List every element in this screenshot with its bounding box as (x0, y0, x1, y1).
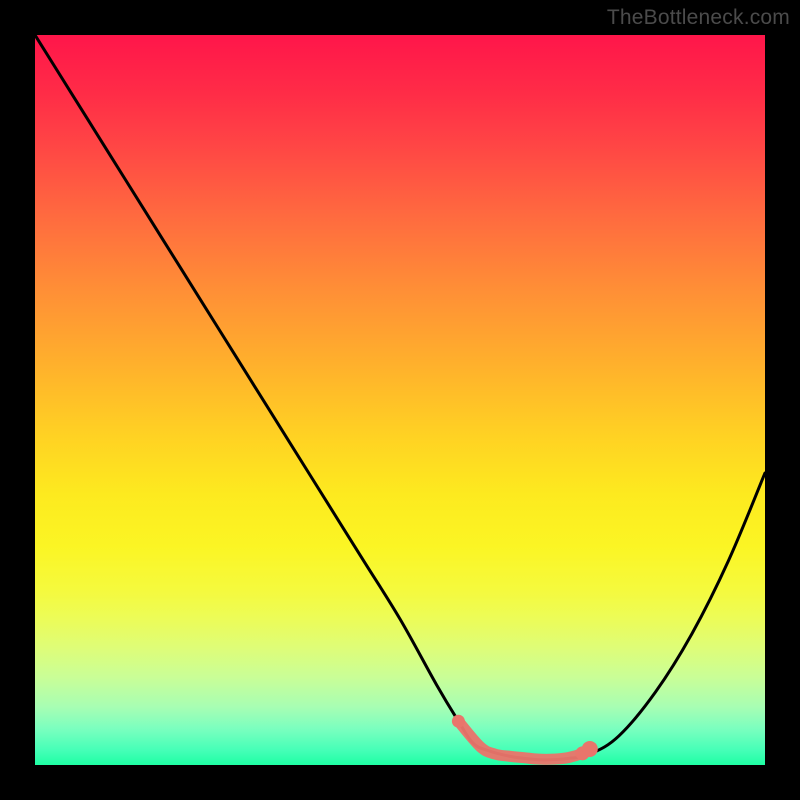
curve-group (35, 35, 765, 760)
bottleneck-curve-path (35, 35, 765, 760)
highlight-start-dot (452, 715, 465, 728)
watermark-text: TheBottleneck.com (607, 6, 790, 30)
chart-frame: TheBottleneck.com (0, 0, 800, 800)
highlight-end-dot (582, 741, 598, 757)
chart-svg (35, 35, 765, 765)
highlight-segment (458, 721, 589, 759)
plot-area (35, 35, 765, 765)
highlight-group (452, 715, 598, 761)
